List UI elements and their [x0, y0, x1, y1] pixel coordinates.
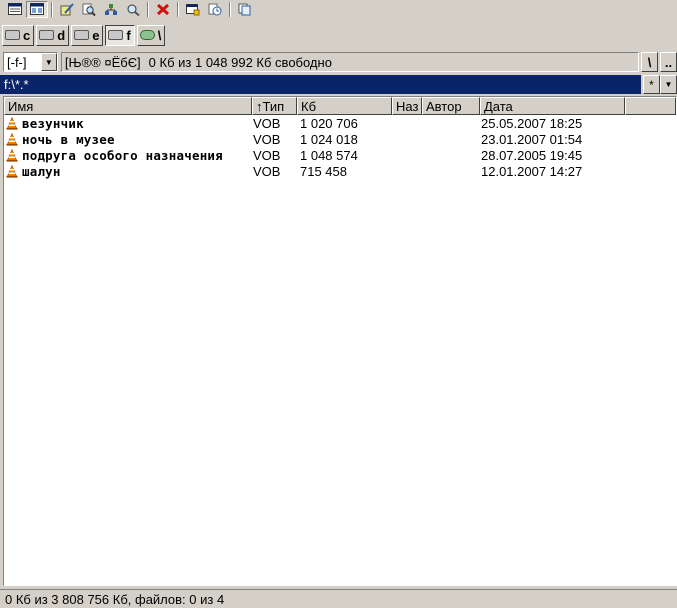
column-header-date[interactable]: Дата [480, 97, 625, 115]
file-extra [392, 115, 422, 131]
current-path[interactable]: f:\*.* [0, 75, 641, 94]
history-dropdown-button[interactable]: ▼ [660, 75, 677, 94]
status-bar: 0 Кб из 3 808 756 Кб, файлов: 0 из 4 [0, 589, 677, 608]
column-headers: Имя ↑Тип Кб Наз Автор Дата [4, 97, 676, 115]
file-name-cell: ночь в музее [4, 131, 252, 147]
drive-letter: d [57, 27, 66, 43]
file-author [422, 131, 480, 147]
status-text: 0 Кб из 3 808 756 Кб, файлов: 0 из 4 [5, 591, 225, 607]
up-button[interactable]: .. [660, 52, 677, 72]
zoom-icon[interactable] [122, 1, 144, 18]
file-name-cell: шалун [4, 163, 252, 179]
filter-button[interactable]: * [643, 75, 660, 94]
file-size: 1 024 018 [300, 131, 358, 147]
table-row[interactable]: ночь в музее VOB 1 024 018 23.01.2007 01… [4, 131, 676, 147]
drive-letter: f [126, 27, 131, 43]
view-brief-icon[interactable] [4, 1, 26, 18]
file-date: 12.01.2007 14:27 [481, 163, 583, 179]
file-extra [392, 147, 422, 163]
file-author [422, 163, 480, 179]
vlc-file-icon [6, 116, 18, 130]
file-list: везунчик VOB 1 020 706 25.05.2007 18:25 … [4, 115, 676, 179]
hard-drive-icon [39, 30, 55, 40]
table-row[interactable]: везунчик VOB 1 020 706 25.05.2007 18:25 [4, 115, 676, 131]
tree-icon[interactable] [100, 1, 122, 18]
vlc-file-icon [6, 164, 18, 178]
file-date: 28.07.2005 19:45 [481, 147, 583, 163]
file-name: везунчик [22, 115, 84, 131]
file-name: шалун [22, 163, 61, 179]
file-author [422, 147, 480, 163]
file-extra [392, 131, 422, 147]
file-size: 715 458 [300, 163, 347, 179]
volume-label: [Њ®® ¤ЁбЄ] [64, 54, 141, 70]
toolbar-separator [229, 1, 231, 17]
search-icon[interactable] [78, 1, 100, 18]
hard-drive-icon [5, 30, 20, 40]
drive-info-row: [-f-] ▼ [Њ®® ¤ЁбЄ] 0 Кб из 1 048 992 Кб … [0, 51, 677, 73]
copy-icon[interactable] [234, 1, 256, 18]
file-size: 1 048 574 [300, 147, 358, 163]
file-panel[interactable]: Имя ↑Тип Кб Наз Автор Дата везунчик VOB … [3, 96, 677, 586]
hard-drive-icon [108, 30, 124, 40]
root-button[interactable]: \ [641, 52, 659, 72]
file-type: VOB [253, 147, 281, 163]
table-row[interactable]: шалун VOB 715 458 12.01.2007 14:27 [4, 163, 676, 179]
drive-button-e[interactable]: e [71, 24, 104, 46]
column-header-name[interactable]: Имя [4, 97, 252, 115]
drive-bar: c d e f \ [0, 23, 677, 47]
file-date: 23.01.2007 01:54 [481, 131, 583, 147]
drive-button-f[interactable]: f [105, 24, 135, 46]
toolbar-separator [147, 1, 149, 17]
file-size: 1 020 706 [300, 115, 358, 131]
file-name: подруга особого назначения [22, 147, 223, 163]
chevron-down-icon: ▼ [664, 80, 673, 89]
drive-letter: \ [157, 27, 162, 43]
file-type: VOB [253, 131, 281, 147]
file-name-cell: подруга особого назначения [4, 147, 252, 163]
drive-letter: e [92, 27, 100, 43]
drive-button-network[interactable]: \ [136, 24, 166, 46]
history-icon[interactable] [204, 1, 226, 18]
file-extra [392, 163, 422, 179]
free-space-info: [Њ®® ¤ЁбЄ] 0 Кб из 1 048 992 Кб свободно [60, 52, 640, 72]
delete-icon[interactable] [152, 1, 174, 18]
file-date: 25.05.2007 18:25 [481, 115, 583, 131]
file-name: ночь в музее [22, 131, 115, 147]
network-icon [139, 30, 155, 40]
toolbar-separator [51, 1, 53, 17]
column-header-type[interactable]: ↑Тип [252, 97, 297, 115]
drive-select[interactable]: [-f-] ▼ [3, 52, 58, 72]
drive-button-d[interactable]: d [36, 24, 70, 46]
hard-drive-icon [74, 30, 90, 40]
edit-icon[interactable] [56, 1, 78, 18]
drive-letter: c [23, 27, 31, 43]
vlc-file-icon [6, 132, 18, 146]
free-space-text: 0 Кб из 1 048 992 Кб свободно [148, 54, 332, 70]
toolbar-separator [177, 1, 179, 17]
vlc-file-icon [6, 148, 18, 162]
column-header-size[interactable]: Кб [297, 97, 392, 115]
file-type: VOB [253, 163, 281, 179]
column-header-author[interactable]: Автор [422, 97, 480, 115]
drive-select-value: [-f-] [7, 54, 27, 70]
window-icon[interactable] [182, 1, 204, 18]
view-full-icon[interactable] [26, 0, 48, 18]
chevron-down-icon[interactable]: ▼ [40, 53, 57, 71]
column-header-filler [625, 97, 676, 115]
file-author [422, 115, 480, 131]
drive-button-c[interactable]: c [2, 24, 35, 46]
column-header-extra[interactable]: Наз [392, 97, 422, 115]
table-row[interactable]: подруга особого назначения VOB 1 048 574… [4, 147, 676, 163]
path-row: f:\*.* * ▼ [0, 75, 677, 95]
file-name-cell: везунчик [4, 115, 252, 131]
toolbar [0, 0, 677, 18]
file-type: VOB [253, 115, 281, 131]
